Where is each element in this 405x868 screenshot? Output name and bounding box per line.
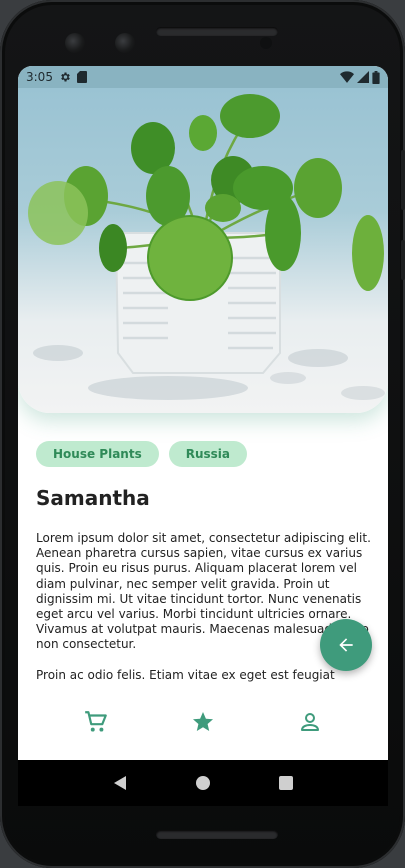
phone-frame: 3:05 House Plants Russia Samantha Lorem … (0, 0, 405, 868)
nav-favorites[interactable] (179, 698, 227, 746)
system-navigation-bar (18, 760, 388, 806)
account-icon (301, 713, 320, 731)
description-paragraph: Proin ac odio felis. Etiam vitae ex eget… (36, 667, 335, 682)
plant-name: Samantha (36, 486, 150, 510)
nav-cart[interactable] (72, 698, 120, 746)
settings-icon (61, 72, 70, 82)
status-time: 3:05 (26, 70, 53, 84)
home-circle-icon[interactable] (195, 775, 211, 791)
arrow-back-icon (339, 638, 353, 652)
battery-icon (372, 70, 380, 84)
status-bar: 3:05 (18, 66, 388, 88)
front-camera (65, 33, 85, 53)
front-sensor (115, 33, 135, 53)
tag-chip[interactable]: Russia (168, 441, 247, 467)
star-icon (192, 712, 213, 731)
volume-button (401, 150, 405, 210)
earpiece-speaker (156, 27, 278, 36)
proximity-sensor (260, 37, 272, 49)
power-button (401, 240, 405, 280)
tag-list: House Plants Russia (36, 441, 247, 467)
back-triangle-icon[interactable] (112, 775, 128, 791)
back-button[interactable] (320, 619, 372, 671)
wifi-icon (340, 71, 354, 83)
cart-icon (84, 711, 107, 732)
bottom-navigation (18, 684, 388, 760)
app-screen: 3:05 House Plants Russia Samantha Lorem … (18, 66, 388, 806)
bottom-speaker (156, 830, 278, 839)
nav-profile[interactable] (286, 698, 334, 746)
plant-description: Lorem ipsum dolor sit amet, consectetur … (36, 531, 372, 698)
plant-illustration (28, 94, 385, 400)
tag-chip[interactable]: House Plants (36, 441, 159, 467)
recents-square-icon[interactable] (278, 775, 294, 791)
signal-icon (357, 71, 369, 83)
sd-card-icon (76, 71, 87, 83)
plant-image (18, 88, 388, 413)
